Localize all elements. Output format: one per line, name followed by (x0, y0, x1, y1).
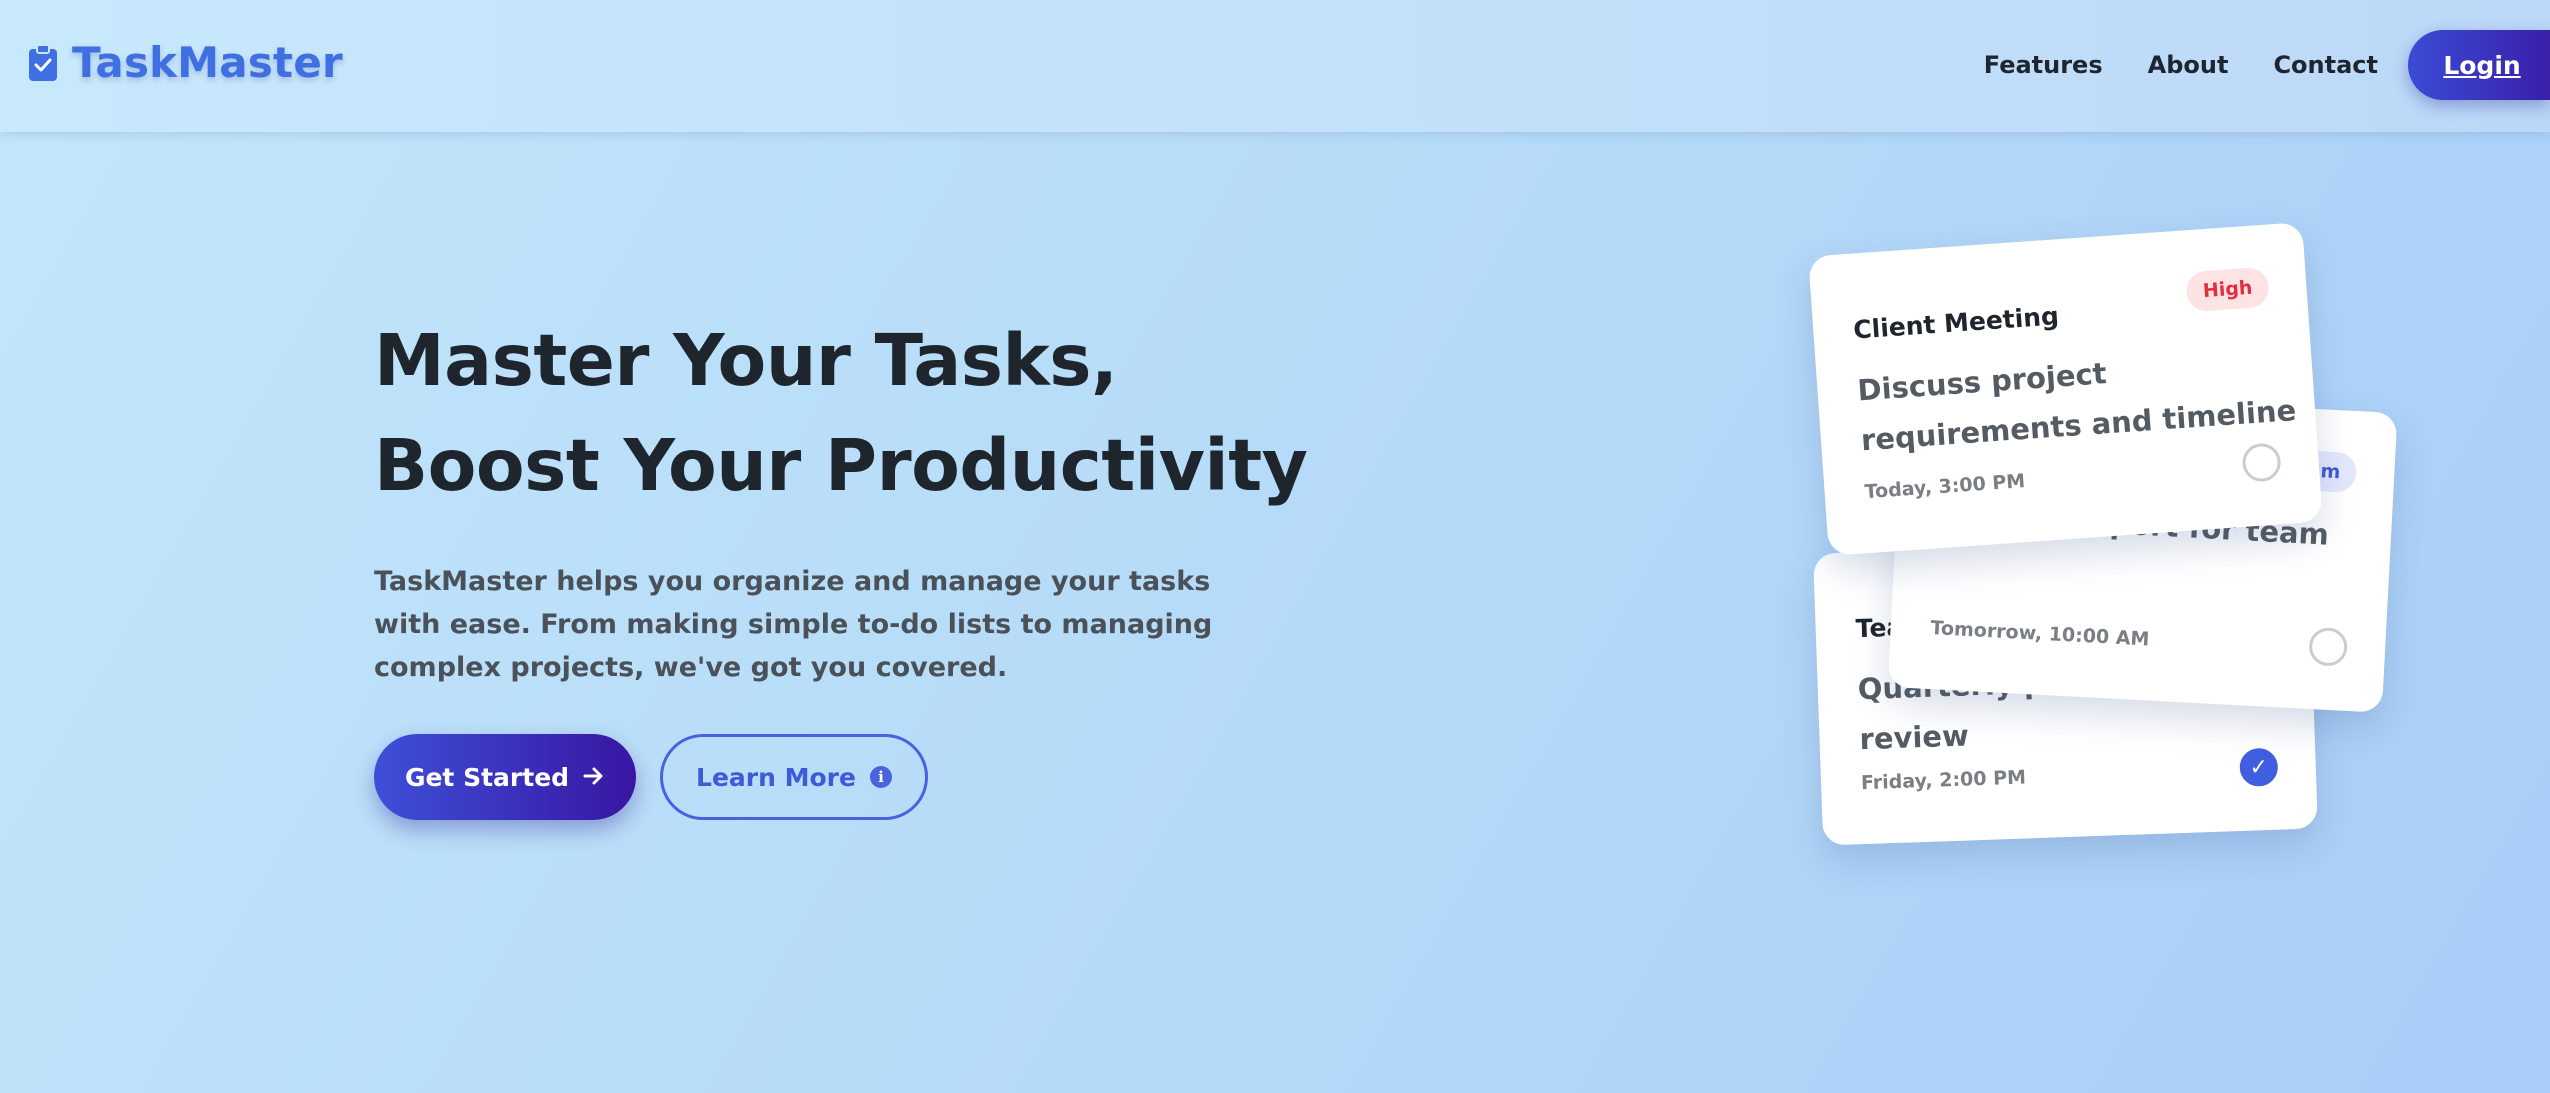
priority-badge: High (2185, 266, 2270, 313)
brand-logo[interactable]: TaskMaster (28, 38, 343, 87)
brand-name: TaskMaster (72, 38, 343, 87)
login-button[interactable]: Login (2408, 30, 2550, 100)
hero-title: Master Your Tasks, Boost Your Productivi… (374, 308, 1308, 518)
get-started-button[interactable]: Get Started (374, 734, 636, 820)
hero-title-line-1: Master Your Tasks, (374, 319, 1118, 402)
task-card-date: Tomorrow, 10:00 AM (1930, 617, 2150, 651)
task-card-date: Today, 3:00 PM (1863, 470, 2026, 504)
task-card-date: Friday, 2:00 PM (1860, 766, 2027, 795)
task-complete-checkbox[interactable]: ✓ (2239, 747, 2279, 787)
checkmark-icon: ✓ (2249, 754, 2269, 781)
clipboard-check-icon (28, 43, 58, 82)
task-card-title: Client Meeting (1852, 301, 2060, 345)
learn-more-button[interactable]: Learn More i (660, 734, 928, 820)
nav-link-about[interactable]: About (2148, 51, 2229, 79)
hero-title-line-2: Boost Your Productivity (374, 424, 1308, 507)
nav-link-contact[interactable]: Contact (2273, 51, 2378, 79)
task-complete-checkbox[interactable] (2241, 442, 2282, 483)
get-started-label: Get Started (404, 762, 570, 792)
task-card-client-meeting[interactable]: Client Meeting High Discuss project requ… (1808, 222, 2323, 556)
hero-description: TaskMaster helps you organize and manage… (374, 566, 1213, 683)
info-icon: i (869, 766, 892, 788)
arrow-right-icon (583, 763, 605, 792)
learn-more-label: Learn More (696, 762, 856, 792)
nav-links: Features About Contact Login (1984, 30, 2550, 100)
task-card-body: Discuss project requirements and timelin… (1856, 356, 2298, 458)
navbar: TaskMaster Features About Contact Login (0, 0, 2550, 132)
nav-link-features[interactable]: Features (1984, 51, 2103, 79)
task-complete-checkbox[interactable] (2308, 626, 2349, 667)
